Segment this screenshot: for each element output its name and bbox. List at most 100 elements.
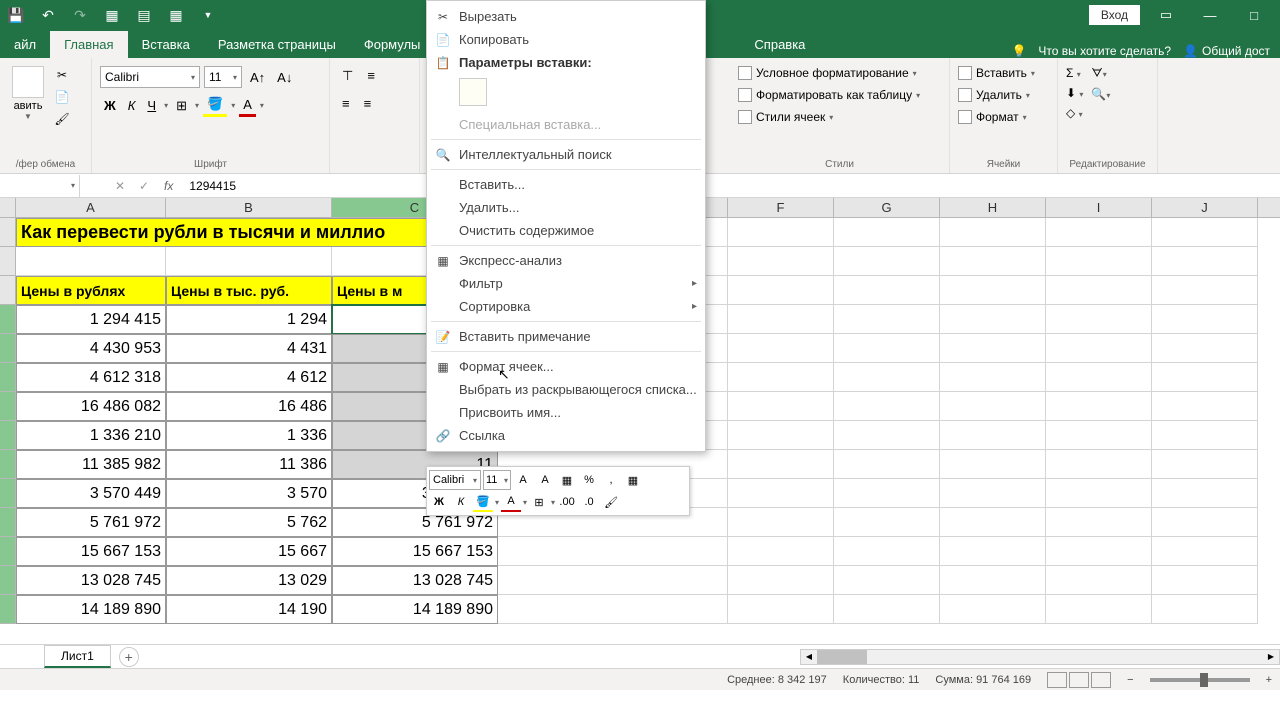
scroll-right-icon[interactable]: ▶ (1263, 650, 1279, 664)
col-header-f[interactable]: F (728, 198, 834, 217)
format-painter-icon[interactable]: 🖌 (52, 110, 72, 128)
cut-icon[interactable]: ✂ (52, 66, 72, 84)
cell[interactable] (1046, 479, 1152, 508)
cancel-formula-icon[interactable]: ✕ (108, 179, 132, 193)
cell[interactable] (1152, 537, 1258, 566)
cell[interactable] (728, 334, 834, 363)
cell[interactable] (1046, 363, 1152, 392)
cell[interactable] (728, 305, 834, 334)
tab-formulas[interactable]: Формулы (350, 31, 435, 58)
formula-input[interactable]: 1294415 (181, 179, 1280, 193)
cell[interactable] (1046, 421, 1152, 450)
row-header[interactable] (0, 479, 16, 508)
ctx-comment[interactable]: 📝Вставить примечание (427, 325, 705, 348)
horizontal-scrollbar[interactable]: ◀ ▶ (800, 649, 1280, 665)
font-color-icon[interactable]: A (239, 95, 256, 117)
ctx-clear[interactable]: Очистить содержимое (427, 219, 705, 242)
cell[interactable] (1152, 595, 1258, 624)
cell[interactable] (1152, 566, 1258, 595)
col-header-b[interactable]: B (166, 198, 332, 217)
cell-styles[interactable]: Стили ячеек▾ (738, 108, 941, 126)
cell[interactable]: 11 386 (166, 450, 332, 479)
cell[interactable] (940, 508, 1046, 537)
row-header[interactable] (0, 218, 16, 247)
cell[interactable] (834, 392, 940, 421)
undo-icon[interactable]: ↶ (32, 0, 64, 30)
row-header[interactable] (0, 247, 16, 276)
cell[interactable] (940, 334, 1046, 363)
cell[interactable] (834, 276, 940, 305)
fill-icon[interactable]: ⬇ ▾ (1066, 86, 1083, 100)
minimize-icon[interactable]: — (1192, 8, 1228, 23)
view-break-icon[interactable] (1091, 672, 1111, 688)
cell[interactable] (728, 508, 834, 537)
cell[interactable] (940, 450, 1046, 479)
cell[interactable] (834, 247, 940, 276)
col-header-g[interactable]: G (834, 198, 940, 217)
cell[interactable] (1152, 247, 1258, 276)
zoom-out-icon[interactable]: − (1127, 674, 1133, 686)
cell[interactable]: 1 294 415 (16, 305, 166, 334)
cell[interactable] (16, 247, 166, 276)
cell[interactable] (1046, 508, 1152, 537)
shrink-font-icon[interactable]: A↓ (273, 68, 296, 87)
cell[interactable] (834, 218, 940, 247)
paste-option-icon[interactable] (459, 78, 487, 106)
cell[interactable] (1046, 276, 1152, 305)
cell[interactable] (1152, 479, 1258, 508)
cell[interactable] (1046, 305, 1152, 334)
cell[interactable] (940, 247, 1046, 276)
tell-me[interactable]: Что вы хотите сделать? (1038, 44, 1171, 58)
cell[interactable] (498, 566, 728, 595)
cell[interactable]: 13 029 (166, 566, 332, 595)
cell[interactable] (1046, 537, 1152, 566)
row-header[interactable] (0, 566, 16, 595)
autosum-icon[interactable]: Σ ▾ (1066, 66, 1083, 80)
align-top-icon[interactable]: ⊤ (338, 66, 357, 86)
ctx-dropdown-list[interactable]: Выбрать из раскрывающегося списка... (427, 378, 705, 401)
find-icon[interactable]: 🔍▾ (1091, 87, 1110, 101)
cell[interactable] (834, 537, 940, 566)
paste-button[interactable]: авить ▼ (8, 62, 48, 156)
cell[interactable]: 1 336 210 (16, 421, 166, 450)
ctx-sort[interactable]: Сортировка (427, 295, 705, 318)
mini-fontcolor-icon[interactable]: A (501, 492, 521, 512)
select-all-corner[interactable] (0, 198, 16, 217)
fill-color-icon[interactable]: 🪣 (203, 94, 227, 117)
cell[interactable] (940, 305, 1046, 334)
cell[interactable] (834, 595, 940, 624)
cell[interactable] (1046, 450, 1152, 479)
sheet-tab-1[interactable]: Лист1 (44, 645, 111, 668)
mini-italic[interactable]: К (451, 492, 471, 512)
row-header[interactable] (0, 537, 16, 566)
font-name-select[interactable]: Calibri▾ (100, 66, 200, 88)
cell[interactable]: 14 189 890 (16, 595, 166, 624)
cell[interactable] (728, 450, 834, 479)
cell[interactable] (1152, 305, 1258, 334)
ctx-cut[interactable]: ✂Вырезать (427, 5, 705, 28)
scroll-left-icon[interactable]: ◀ (801, 650, 817, 664)
cell[interactable] (728, 479, 834, 508)
row-header[interactable] (0, 276, 16, 305)
italic-button[interactable]: К (124, 96, 140, 115)
cell[interactable] (940, 537, 1046, 566)
cell[interactable]: 1 294 (166, 305, 332, 334)
cell[interactable]: 4 431 (166, 334, 332, 363)
cell[interactable] (1152, 450, 1258, 479)
mini-painter-icon[interactable]: 🖌 (601, 492, 621, 512)
cell[interactable]: 15 667 (166, 537, 332, 566)
name-box[interactable]: ▾ (0, 175, 80, 197)
mini-dec-dec-icon[interactable]: .0 (579, 492, 599, 512)
cell[interactable] (1046, 595, 1152, 624)
row-header[interactable] (0, 363, 16, 392)
cell[interactable] (1046, 392, 1152, 421)
cell[interactable]: Цены в рублях (16, 276, 166, 305)
row-header[interactable] (0, 392, 16, 421)
format-as-table[interactable]: Форматировать как таблицу▾ (738, 86, 941, 104)
mini-fmt-icon[interactable]: ▦ (623, 470, 643, 490)
mini-size[interactable]: 11▾ (483, 470, 511, 490)
cell[interactable] (834, 508, 940, 537)
cell[interactable] (834, 334, 940, 363)
mini-percent-icon[interactable]: % (579, 470, 599, 490)
cell[interactable] (1046, 334, 1152, 363)
